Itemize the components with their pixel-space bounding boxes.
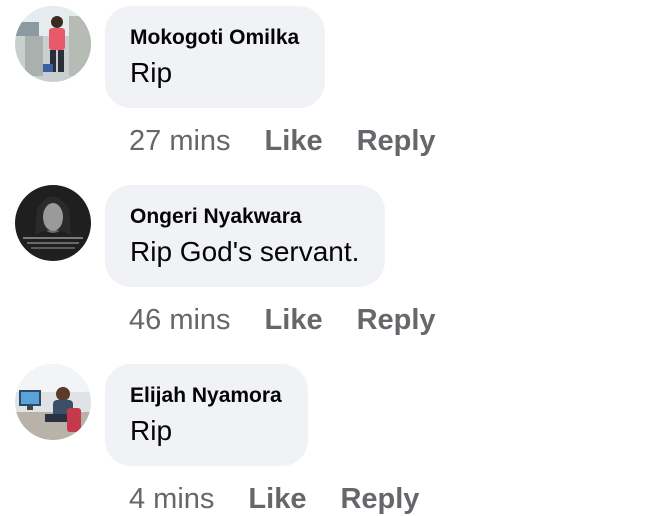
profile-photo-icon xyxy=(15,364,91,440)
comment-actions: 46 mins Like Reply xyxy=(129,303,436,337)
comment-author[interactable]: Ongeri Nyakwara xyxy=(130,205,359,229)
comment-actions: 27 mins Like Reply xyxy=(129,124,436,158)
comment-bubble: Mokogoti Omilka Rip xyxy=(105,6,326,108)
like-button[interactable]: Like xyxy=(248,483,306,515)
profile-photo-icon xyxy=(15,185,91,261)
comment-text: Rip xyxy=(130,415,173,446)
reply-button[interactable]: Reply xyxy=(340,483,419,515)
comment-bubble: Elijah Nyamora Rip xyxy=(105,364,308,466)
comment-bubble: Ongeri Nyakwara Rip God's servant. xyxy=(105,185,386,287)
profile-photo-icon xyxy=(15,6,91,82)
comment-author[interactable]: Mokogoti Omilka xyxy=(130,26,299,50)
comment-timestamp[interactable]: 46 mins xyxy=(129,304,231,336)
reply-button[interactable]: Reply xyxy=(357,304,436,336)
like-button[interactable]: Like xyxy=(265,304,323,336)
reply-button[interactable]: Reply xyxy=(357,125,436,157)
comment-text: Rip xyxy=(130,57,173,88)
comment-author[interactable]: Elijah Nyamora xyxy=(130,384,282,408)
avatar[interactable] xyxy=(15,364,91,440)
comment-timestamp[interactable]: 4 mins xyxy=(129,483,214,515)
avatar[interactable] xyxy=(15,6,91,82)
comment-actions: 4 mins Like Reply xyxy=(129,482,419,516)
like-button[interactable]: Like xyxy=(265,125,323,157)
comment-text: Rip God's servant. xyxy=(130,236,360,267)
avatar[interactable] xyxy=(15,185,91,261)
comment-timestamp[interactable]: 27 mins xyxy=(129,125,231,157)
